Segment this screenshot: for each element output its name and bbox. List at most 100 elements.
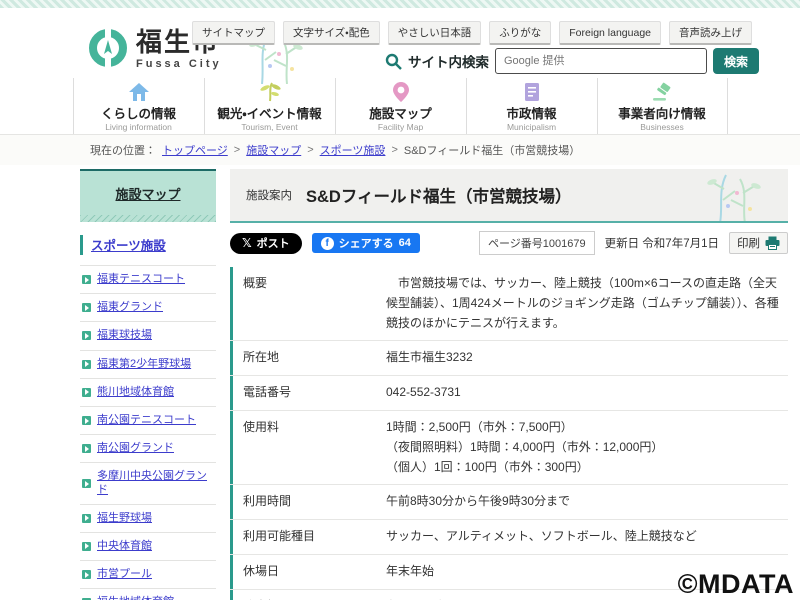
- square-arrow-icon: [82, 388, 91, 397]
- sidebar-facility-item[interactable]: 南公園グランド: [80, 435, 216, 463]
- nav-item-municipal[interactable]: 市政情報 Municipalism: [466, 78, 597, 134]
- sidebar-facility-link[interactable]: 福生地域体育館: [97, 596, 174, 600]
- facility-table-row: 電話番号 042-552-3731: [230, 376, 788, 411]
- sidebar-facility-link[interactable]: 南公園テニスコート: [97, 414, 196, 427]
- sidebar-facility-item[interactable]: 南公園テニスコート: [80, 407, 216, 435]
- fussa-city-logo-icon: [88, 28, 128, 70]
- facebook-icon: f: [321, 237, 334, 250]
- sidebar-facility-item[interactable]: 市営プール: [80, 561, 216, 589]
- facility-row-value: 市営競技場では、サッカー、陸上競技（100m×6コースの直走路（全天候型舗装）、…: [376, 267, 788, 340]
- city-name-en: Fussa City: [136, 58, 222, 70]
- utility-link[interactable]: 音声読み上げ: [669, 21, 752, 45]
- facility-row-value-line: 福生市福生3232: [386, 348, 784, 368]
- facility-row-value: 福生市福生3232: [376, 341, 788, 375]
- nav-label: くらしの情報: [101, 103, 176, 122]
- breadcrumb-link-sports[interactable]: スポーツ施設: [320, 142, 386, 158]
- sidebar-facility-item[interactable]: 福東第2少年野球場: [80, 351, 216, 379]
- sidebar-category: スポーツ施設: [80, 235, 216, 255]
- sidebar-facility-link[interactable]: 福東球技場: [97, 329, 152, 342]
- facility-row-value: サッカー、アルティメット、ソフトボール、陸上競技など: [376, 520, 788, 554]
- sidebar-header-label[interactable]: 施設マップ: [115, 187, 180, 202]
- facility-row-label: 駐車場: [230, 590, 376, 600]
- sidebar-facility-link[interactable]: 福東第2少年野球場: [97, 358, 191, 371]
- facility-row-value: 1時間：2,500円（市外：7,500円）（夜間照明料）1時間：4,000円（市…: [376, 411, 788, 484]
- sidebar-facility-link[interactable]: 福東テニスコート: [97, 273, 185, 286]
- sidebar-facility-link[interactable]: 福東グランド: [97, 301, 163, 314]
- nav-label: 施設マップ: [369, 103, 432, 122]
- breadcrumb-link-facility-map[interactable]: 施設マップ: [246, 142, 301, 158]
- site-header: 福生市 Fussa City サイトマップ 文字サイズ・配色 やさしい日本語 ふ…: [0, 8, 800, 78]
- sidebar-facility-link[interactable]: 多摩川中央公園グランド: [97, 470, 216, 496]
- facility-row-label: 所在地: [230, 341, 376, 375]
- nav-sublabel: Municipalism: [507, 122, 556, 132]
- nav-item-facility-map[interactable]: 施設マップ Facility Map: [335, 78, 466, 134]
- facebook-share-button[interactable]: f シェアする 64: [312, 233, 420, 253]
- sidebar-facility-link[interactable]: 市営プール: [97, 568, 152, 581]
- utility-link[interactable]: Foreign language: [559, 21, 661, 45]
- square-arrow-icon: [82, 360, 91, 369]
- utility-link[interactable]: やさしい日本語: [388, 21, 482, 45]
- sidebar-facility-item[interactable]: 熊川地域体育館: [80, 379, 216, 407]
- nav-sublabel: Businesses: [640, 122, 683, 132]
- nav-sublabel: Facility Map: [378, 122, 423, 132]
- document-icon: [524, 82, 540, 102]
- sidebar-facility-item[interactable]: 中央体育館: [80, 533, 216, 561]
- global-nav: くらしの情報 Living information 観光・イベント情報 Tour…: [0, 78, 800, 135]
- sidebar: 施設マップ スポーツ施設 福東テニスコート 福東グランド 福東球技場 福東第2少…: [80, 169, 216, 600]
- facility-table-row: 利用時間 午前8時30分から午後9時30分まで: [230, 485, 788, 520]
- page-meta: ページ番号1001679 更新日 令和7年7月1日 印刷: [479, 231, 788, 255]
- nav-sublabel: Living information: [105, 122, 172, 132]
- facility-row-value-line: 042-552-3731: [386, 383, 784, 403]
- square-arrow-icon: [82, 444, 91, 453]
- breadcrumb-current: S&Dフィールド福生（市営競技場）: [404, 142, 580, 158]
- utility-link[interactable]: サイトマップ: [192, 21, 275, 45]
- printer-icon: [765, 236, 780, 250]
- sidebar-header[interactable]: 施設マップ: [80, 169, 216, 215]
- breadcrumb-separator: >: [391, 144, 397, 156]
- facility-row-label: 電話番号: [230, 376, 376, 410]
- facility-row-value: 午前8時30分から午後9時30分まで: [376, 485, 788, 519]
- nav-item-tourism[interactable]: 観光・イベント情報 Tourism, Event: [204, 78, 335, 134]
- print-button[interactable]: 印刷: [729, 232, 788, 254]
- utility-link[interactable]: ふりがな: [489, 21, 551, 45]
- facility-row-label: 概要: [230, 267, 376, 340]
- print-label: 印刷: [737, 235, 760, 251]
- sidebar-facility-item[interactable]: 多摩川中央公園グランド: [80, 463, 216, 504]
- sidebar-facility-item[interactable]: 福東テニスコート: [80, 266, 216, 294]
- nav-item-living[interactable]: くらしの情報 Living information: [73, 78, 204, 134]
- search-input[interactable]: [495, 48, 707, 74]
- sidebar-category-link[interactable]: スポーツ施設: [91, 239, 166, 253]
- x-post-button[interactable]: 𝕏 ポスト: [230, 233, 302, 254]
- main-content: 施設案内 S&Dフィールド福生（市営競技場） 𝕏 ポスト: [230, 169, 788, 600]
- sidebar-facility-link[interactable]: 中央体育館: [97, 540, 152, 553]
- utility-link[interactable]: 文字サイズ・配色: [283, 21, 380, 45]
- breadcrumb: 現在の位置： トップページ > 施設マップ > スポーツ施設 > S&Dフィール…: [0, 135, 800, 165]
- sidebar-facility-link[interactable]: 福生野球場: [97, 512, 152, 525]
- square-arrow-icon: [82, 275, 91, 284]
- breadcrumb-link-home[interactable]: トップページ: [162, 142, 228, 158]
- square-arrow-icon: [82, 303, 91, 312]
- sidebar-facility-item[interactable]: 福生野球場: [80, 505, 216, 533]
- nav-item-business[interactable]: 事業者向け情報 Businesses: [597, 78, 728, 134]
- sidebar-facility-link[interactable]: 熊川地域体育館: [97, 386, 174, 399]
- facility-table-row: 概要 市営競技場では、サッカー、陸上競技（100m×6コースの直走路（全天候型舗…: [230, 267, 788, 341]
- facility-row-value-line: 市営競技場では、サッカー、陸上競技（100m×6コースの直走路（全天候型舗装）、…: [386, 274, 784, 333]
- square-arrow-icon: [82, 331, 91, 340]
- watermark: ©MDATA: [678, 569, 794, 600]
- facility-row-label: 使用料: [230, 411, 376, 484]
- facility-row-label: 利用時間: [230, 485, 376, 519]
- search-button[interactable]: 検索: [713, 48, 759, 74]
- content-area: 施設マップ スポーツ施設 福東テニスコート 福東グランド 福東球技場 福東第2少…: [0, 165, 800, 600]
- facility-row-value: 042-552-3731: [376, 376, 788, 410]
- sidebar-facility-link[interactable]: 南公園グランド: [97, 442, 174, 455]
- page-title: S&Dフィールド福生（市営競技場）: [306, 183, 572, 207]
- updated-date: 更新日 令和7年7月1日: [605, 235, 719, 251]
- facility-row-label: 休場日: [230, 555, 376, 589]
- page-category-label: 施設案内: [246, 187, 292, 203]
- facility-table-row: 使用料 1時間：2,500円（市外：7,500円）（夜間照明料）1時間：4,00…: [230, 411, 788, 485]
- facility-row-value-line: 1時間：2,500円（市外：7,500円）: [386, 418, 784, 438]
- facebook-share-label: シェアする: [339, 235, 394, 251]
- sidebar-facility-item[interactable]: 福東グランド: [80, 294, 216, 322]
- sidebar-facility-item[interactable]: 福東球技場: [80, 322, 216, 350]
- sidebar-facility-item[interactable]: 福生地域体育館: [80, 589, 216, 600]
